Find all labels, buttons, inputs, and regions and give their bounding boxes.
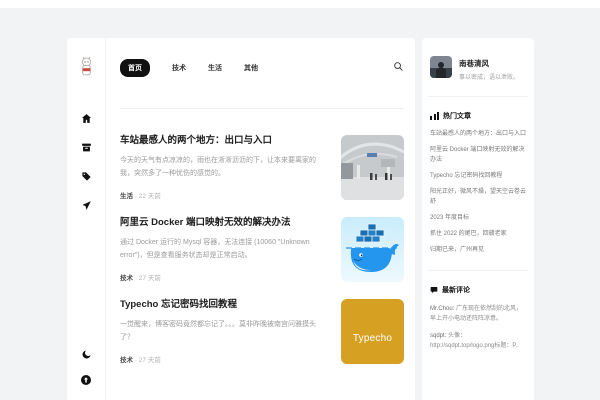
article-text: Typecho 忘记密码找回教程 一觉醒来，博客密码竟然都忘记了。。。莫非昨晚被… [120, 299, 341, 364]
article-category[interactable]: 生活 [120, 193, 133, 200]
sidebar-card: 南巷清风 事以密成，语以泄败。 热门文章 车站最感人的两个地方：出口与入口 阿里… [422, 38, 534, 400]
article-title[interactable]: 阿里云 Docker 端口映射无效的解决办法 [120, 217, 329, 229]
article-text: 阿里云 Docker 端口映射无效的解决办法 通过 Docker 运行的 Mys… [120, 217, 341, 282]
main-card: 首页 技术 生活 其他 车站最感人的两个地方：出口与入口 今天的天气有点凉凉的，… [67, 38, 415, 400]
icon-rail [67, 38, 106, 400]
article-category[interactable]: 技术 [120, 275, 133, 282]
back-to-top-icon[interactable] [80, 374, 92, 386]
latest-comments-title: 最新评论 [442, 285, 470, 295]
article-item: Typecho 忘记密码找回教程 一觉醒来，博客密码竟然都忘记了。。。莫非昨晚被… [120, 299, 404, 364]
article-thumbnail-typecho-logo[interactable]: Typecho [341, 299, 404, 364]
comment-item[interactable]: sqdpt: 头像：http://sqdpt.top/logo.png标题：P.… [430, 331, 526, 351]
search-icon[interactable] [393, 59, 404, 77]
hot-article-link[interactable]: 车站最感人的两个地方：出口与入口 [430, 130, 526, 140]
article-thumbnail-docker-whale[interactable] [341, 217, 404, 282]
site-logo[interactable] [79, 56, 94, 77]
navbar-divider [120, 108, 404, 109]
profile-widget: 南巷清风 事以密成，语以泄败。 [430, 56, 526, 82]
article-text: 车站最感人的两个地方：出口与入口 今天的天气有点凉凉的，雨也在淅淅沥沥的下，让本… [120, 135, 341, 200]
archive-icon[interactable] [80, 141, 92, 153]
typecho-logo-text: Typecho [353, 333, 392, 344]
speech-bubble-icon [430, 286, 438, 294]
article-date: 22 天前 [139, 193, 161, 200]
hot-article-link[interactable]: 归期已来，广州再见 [430, 246, 526, 256]
article-category[interactable]: 技术 [120, 357, 133, 364]
avatar-image [430, 56, 452, 78]
article-item: 阿里云 Docker 端口映射无效的解决办法 通过 Docker 运行的 Mys… [120, 217, 404, 282]
article-item: 车站最感人的两个地方：出口与入口 今天的天气有点凉凉的，雨也在淅淅沥沥的下，让本… [120, 135, 404, 200]
rail-footer [80, 348, 92, 386]
hot-article-link[interactable]: 抓住 2022 的尾巴，回赣老家 [430, 230, 526, 240]
article-excerpt: 今天的天气有点凉凉的，雨也在淅淅沥沥的下，让本来要离家的我，突然多了一种忧伤的感… [120, 155, 329, 180]
article-date: 27 天前 [139, 357, 161, 364]
mascot-logo-icon [79, 56, 94, 77]
article-meta: 生活 · 22 天前 [120, 190, 329, 200]
hot-article-link[interactable]: 阳光正好，微风不燥，望天空云卷云舒 [430, 188, 526, 207]
article-excerpt: 通过 Docker 运行的 Mysql 容器，无法连接 (10060 "Unkn… [120, 237, 329, 262]
hot-articles-title: 热门文章 [443, 111, 471, 121]
comments-list: Mr.Chou: 广东现在依然刮的北风，早上开小电动还阵阵凉意。 sqdpt: … [430, 304, 526, 352]
navbar: 首页 技术 生活 其他 [120, 38, 404, 80]
latest-comments-header: 最新评论 [430, 285, 526, 295]
article-thumbnail-station-photo[interactable] [341, 135, 404, 200]
article-meta: 技术 · 27 天前 [120, 354, 329, 364]
article-meta: 技术 · 27 天前 [120, 272, 329, 282]
profile-text: 南巷清风 事以密成，语以泄败。 [459, 56, 519, 82]
profile-bio: 事以密成，语以泄败。 [459, 74, 519, 82]
meta-separator: · [135, 193, 137, 200]
nav-tab-other[interactable]: 其他 [244, 63, 258, 73]
sidebar-divider [428, 96, 528, 97]
meta-separator: · [135, 357, 137, 364]
nav-tab-home[interactable]: 首页 [120, 59, 150, 77]
bar-chart-icon [430, 112, 439, 120]
nav-tab-tech[interactable]: 技术 [172, 63, 186, 73]
sidebar-divider [428, 270, 528, 271]
article-date: 27 天前 [139, 275, 161, 282]
main-column: 首页 技术 生活 其他 车站最感人的两个地方：出口与入口 今天的天气有点凉凉的，… [106, 38, 415, 400]
home-icon[interactable] [80, 112, 92, 124]
hot-article-link[interactable]: Typecho 忘记密码找回教程 [430, 172, 526, 182]
hot-articles-list: 车站最感人的两个地方：出口与入口 阿里云 Docker 端口映射无效的解决办法 … [430, 130, 526, 255]
nav-tab-life[interactable]: 生活 [208, 63, 222, 73]
comment-item[interactable]: Mr.Chou: 广东现在依然刮的北风，早上开小电动还阵阵凉意。 [430, 304, 526, 324]
top-strip [0, 0, 600, 8]
send-icon[interactable] [80, 199, 92, 211]
article-excerpt: 一觉醒来，博客密码竟然都忘记了。。。莫非昨晚被南宫问雅摸头了？ [120, 319, 329, 344]
article-title[interactable]: Typecho 忘记密码找回教程 [120, 299, 329, 311]
hot-articles-header: 热门文章 [430, 111, 526, 121]
profile-name: 南巷清风 [459, 58, 519, 69]
article-title[interactable]: 车站最感人的两个地方：出口与入口 [120, 135, 329, 147]
docker-whale-image [341, 217, 404, 282]
comment-author: Mr.Chou: [430, 306, 454, 312]
avatar[interactable] [430, 56, 452, 78]
hot-article-link[interactable]: 2023 年度目标 [430, 214, 526, 224]
moon-icon[interactable] [80, 348, 92, 360]
station-photo-image [341, 135, 404, 200]
tag-icon[interactable] [80, 170, 92, 182]
rail-nav [80, 112, 92, 211]
hot-article-link[interactable]: 阿里云 Docker 端口映射无效的解决办法 [430, 146, 526, 165]
comment-author: sqdpt: [430, 333, 446, 339]
meta-separator: · [135, 275, 137, 282]
